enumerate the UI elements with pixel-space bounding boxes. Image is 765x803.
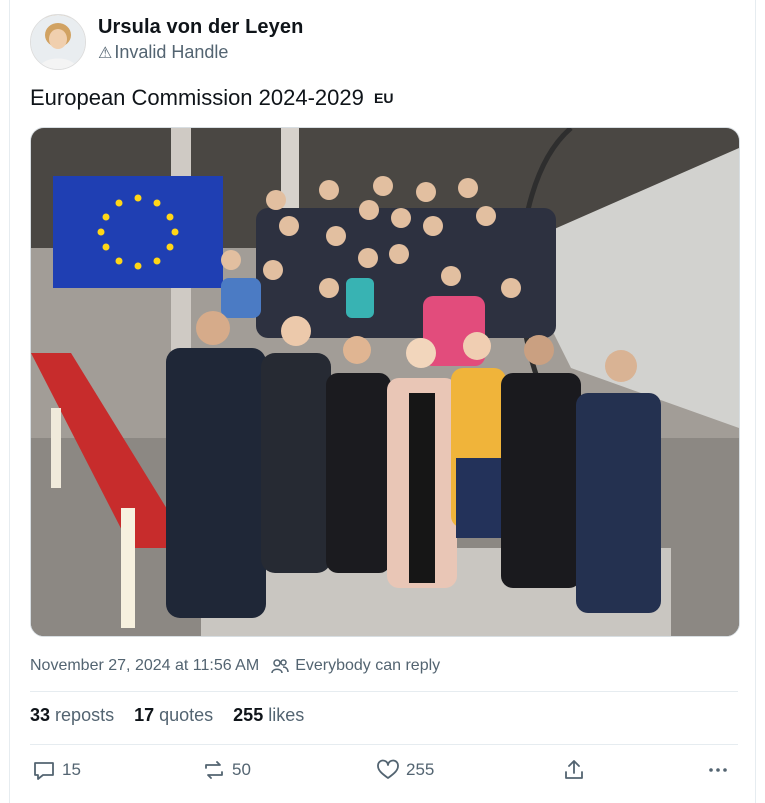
- author-handle[interactable]: ⚠ Invalid Handle: [98, 42, 228, 63]
- repost-count: 50: [232, 760, 251, 779]
- quotes-label: quotes: [159, 705, 214, 725]
- reply-button[interactable]: 15: [32, 758, 81, 782]
- repost-button[interactable]: 50: [202, 758, 251, 782]
- reposts-stat[interactable]: 33 reposts: [30, 705, 114, 726]
- author-avatar[interactable]: [30, 14, 86, 70]
- action-bar: 15 50 255: [30, 758, 738, 788]
- quotes-stat[interactable]: 17 quotes: [134, 705, 213, 726]
- post-timestamp[interactable]: November 27, 2024 at 11:56 AM: [30, 657, 259, 675]
- eu-flag-emoji: EU: [374, 90, 394, 106]
- divider-bottom: [30, 744, 738, 745]
- reply-icon: [34, 762, 54, 780]
- reposts-label: reposts: [55, 705, 115, 725]
- post-meta: November 27, 2024 at 11:56 AM Everybody …: [30, 657, 440, 675]
- reply-count: 15: [62, 760, 81, 779]
- author-name[interactable]: Ursula von der Leyen: [98, 16, 303, 39]
- engagement-stats: 33 reposts 17 quotes 255 likes: [30, 705, 304, 726]
- reposts-count: 33: [30, 705, 51, 725]
- share-button[interactable]: [562, 758, 592, 782]
- more-button[interactable]: [706, 758, 736, 782]
- people-icon: [271, 659, 289, 674]
- quotes-count: 17: [134, 705, 155, 725]
- like-button[interactable]: 255: [376, 758, 434, 782]
- repost-icon: [205, 761, 223, 779]
- post-text-body: European Commission 2024-2029: [30, 85, 364, 110]
- reply-setting-label: Everybody can reply: [295, 657, 441, 674]
- warning-icon: ⚠: [98, 44, 113, 62]
- reply-setting[interactable]: Everybody can reply: [271, 657, 440, 675]
- divider-top: [30, 691, 738, 692]
- author-handle-text: Invalid Handle: [114, 42, 229, 62]
- more-icon: [709, 768, 727, 772]
- like-count: 255: [406, 760, 435, 779]
- share-icon: [565, 760, 583, 779]
- likes-label: likes: [268, 705, 305, 725]
- eu-flag: [53, 176, 223, 288]
- likes-count: 255: [233, 705, 264, 725]
- post-text: European Commission 2024-2029 EU: [30, 85, 393, 111]
- heart-icon: [377, 759, 399, 779]
- post-photo[interactable]: [30, 127, 740, 637]
- likes-stat[interactable]: 255 likes: [233, 705, 304, 726]
